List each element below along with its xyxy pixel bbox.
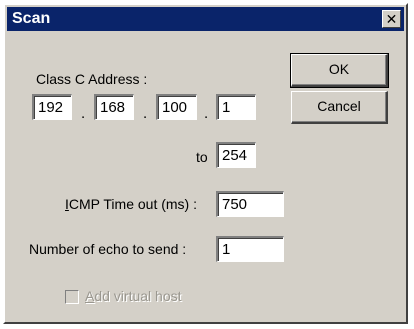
echo-count-label: Number of echo to send : <box>29 241 187 257</box>
close-button[interactable]: ✕ <box>382 10 401 28</box>
to-label: to <box>196 149 208 165</box>
ip-separator-2: . <box>143 105 148 122</box>
title-bar: Scan ✕ <box>7 7 404 31</box>
ip-range-end-field[interactable]: 254 <box>216 142 256 168</box>
add-virtual-host-label: Add virtual host <box>85 288 182 304</box>
ip-octet-3-field[interactable]: 100 <box>156 94 197 120</box>
echo-count-field[interactable]: 1 <box>216 236 284 262</box>
ip-octet-2-field[interactable]: 168 <box>94 94 134 120</box>
class-c-address-label: Class C Address : <box>36 71 148 87</box>
scan-dialog: Scan ✕ Class C Address : 192 . 168 . 100… <box>3 3 408 324</box>
ok-button[interactable]: OK <box>290 53 389 88</box>
icmp-timeout-field[interactable]: 750 <box>216 191 284 217</box>
ip-separator-3: . <box>204 105 209 122</box>
window-title: Scan <box>12 10 51 27</box>
cancel-button[interactable]: Cancel <box>291 91 388 124</box>
close-icon: ✕ <box>385 11 398 27</box>
ip-octet-4-field[interactable]: 1 <box>216 94 256 120</box>
ip-separator-1: . <box>81 105 86 122</box>
add-virtual-host-checkbox[interactable] <box>65 290 79 304</box>
ip-octet-1-field[interactable]: 192 <box>32 94 72 120</box>
icmp-timeout-label: ICMP Time out (ms) : <box>65 196 197 212</box>
